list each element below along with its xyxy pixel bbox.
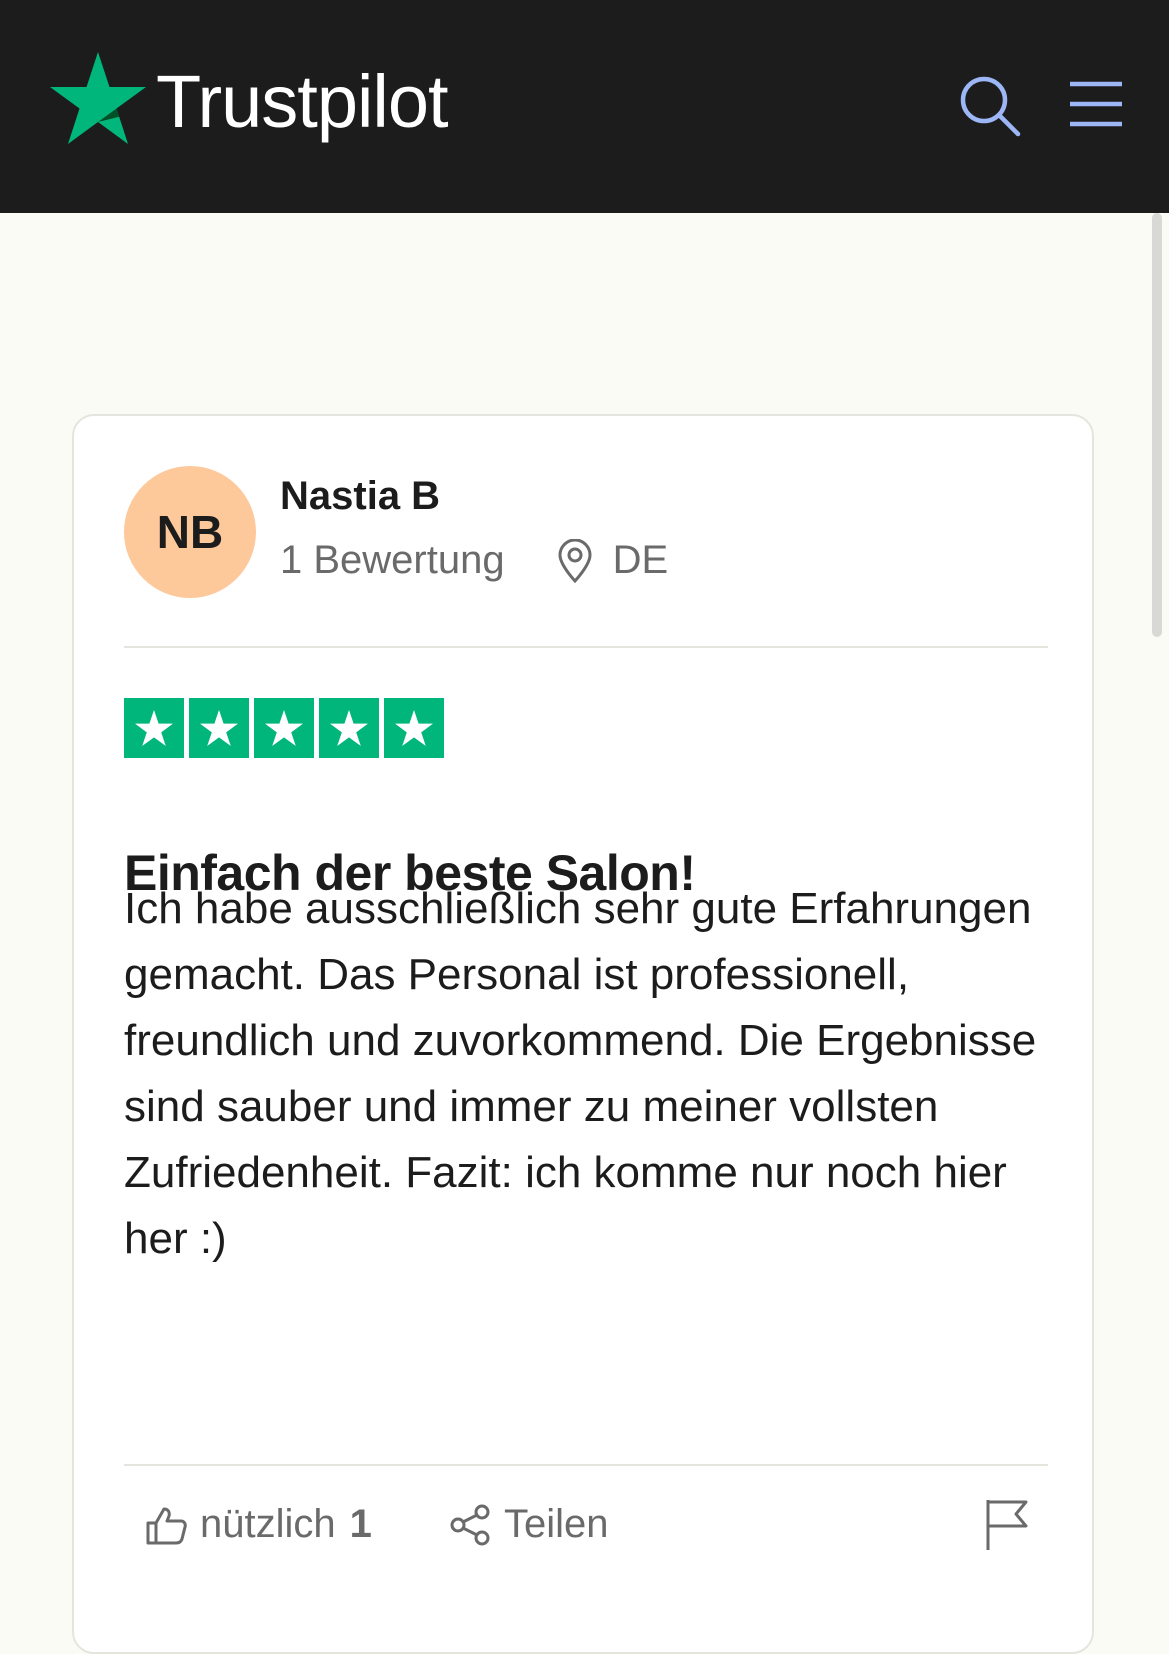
useful-label: nützlich	[200, 1502, 336, 1546]
review-count: 1 Bewertung	[280, 538, 505, 582]
top-bar: Trustpilot	[0, 0, 1169, 213]
avatar[interactable]: NB	[124, 466, 256, 598]
star-icon	[395, 710, 433, 746]
star-3	[254, 698, 314, 758]
trustpilot-star-icon	[50, 52, 146, 144]
search-icon	[960, 76, 1021, 137]
flag-icon	[986, 1500, 1028, 1550]
review-actions: nützlich 1 Teilen	[144, 1500, 1044, 1562]
review-body: Ich habe ausschließlich sehr gute Erfahr…	[124, 884, 1037, 1263]
brand-name: Trustpilot	[156, 60, 449, 143]
trustpilot-logo[interactable]: Trustpilot	[48, 50, 449, 146]
star-1	[124, 698, 184, 758]
share-button[interactable]: Teilen	[448, 1502, 609, 1547]
thumbs-up-icon	[146, 1507, 187, 1544]
star-icon	[135, 710, 173, 746]
star-rating	[124, 698, 449, 758]
reviewer-meta: 1 Bewertung DE	[280, 538, 668, 583]
star-4	[319, 698, 379, 758]
reviewer-country: DE	[612, 538, 669, 582]
location-pin-icon	[558, 538, 592, 583]
review-card: NB Nastia B 1 Bewertung DE Einfach der b…	[72, 414, 1094, 1654]
search-button[interactable]	[958, 74, 1022, 138]
menu-icon	[1070, 81, 1122, 127]
divider	[124, 646, 1048, 648]
useful-button[interactable]: nützlich 1	[144, 1502, 372, 1547]
divider	[124, 1464, 1048, 1466]
star-2	[189, 698, 249, 758]
share-icon	[450, 1504, 490, 1545]
report-button[interactable]	[984, 1498, 1030, 1552]
share-label: Teilen	[504, 1502, 609, 1546]
star-icon	[200, 710, 238, 746]
scrollbar-thumb[interactable]	[1152, 213, 1162, 637]
star-icon	[265, 710, 303, 746]
menu-button[interactable]	[1068, 78, 1124, 130]
star-5	[384, 698, 444, 758]
star-icon	[330, 710, 368, 746]
reviewer-name[interactable]: Nastia B	[280, 474, 440, 519]
useful-count: 1	[349, 1502, 372, 1546]
